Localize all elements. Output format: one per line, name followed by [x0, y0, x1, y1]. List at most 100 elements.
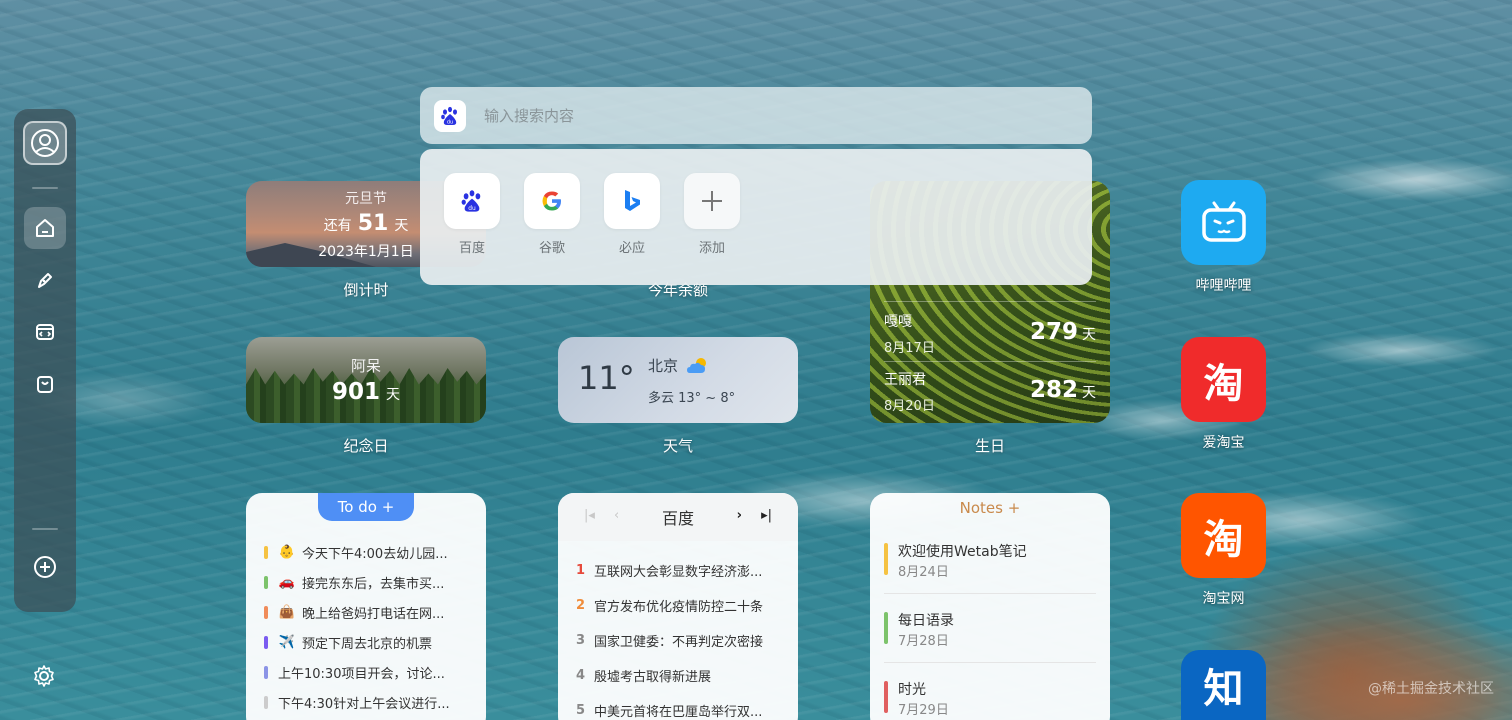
first-page-icon[interactable]: |◂ [584, 508, 595, 523]
countdown-unit: 天 [394, 218, 409, 234]
todo-emoji: 🚗 [278, 574, 296, 590]
sidebar-item-shop[interactable] [24, 363, 66, 405]
google-icon [542, 191, 561, 211]
news-rank: 5 [576, 703, 586, 718]
todo-item[interactable]: 下午4:30针对上午会议进行... [264, 687, 476, 717]
news-item[interactable]: 2 官方发布优化疫情防控二十条 [576, 588, 784, 623]
app-label: 哔哩哔哩 [1195, 278, 1252, 294]
search-input[interactable] [484, 106, 1044, 125]
todo-text: 上午10:30项目开会，讨论... [278, 666, 445, 682]
birthday-caption: 生日 [974, 437, 1005, 455]
news-item[interactable]: 4 殷墟考古取得新进展 [576, 658, 784, 693]
news-rank: 1 [576, 563, 586, 578]
code-icon [36, 324, 54, 340]
todo-color-bar [264, 605, 268, 619]
search-engine-panel: du 百度 谷歌 必应 添加 [420, 149, 1092, 285]
note-color-bar [884, 543, 888, 575]
notes-add-button[interactable]: Notes + [870, 499, 1110, 517]
cloudy-sun-icon [686, 358, 706, 373]
bag-icon [37, 376, 53, 393]
weather-temp: 11° [578, 359, 635, 397]
sidebar-item-code[interactable] [24, 311, 66, 353]
home-icon [36, 219, 54, 237]
engine-label: 添加 [698, 241, 725, 256]
todo-item[interactable]: 👶 今天下午4:00去幼儿园... [264, 537, 476, 567]
note-divider [884, 593, 1096, 594]
bilibili-tile [1181, 180, 1266, 265]
todo-widget[interactable]: To do + 👶 今天下午4:00去幼儿园... 🚗 接完东东后，去集市买... … [246, 493, 486, 720]
baidu-paw-icon: du [441, 106, 457, 125]
note-title: 欢迎使用Wetab笔记 [898, 544, 1027, 560]
engine-tile: du [444, 173, 500, 229]
birthday-divider [884, 301, 1096, 302]
news-text: 官方发布优化疫情防控二十条 [594, 600, 764, 615]
engine-tile [604, 173, 660, 229]
baidu-paw-icon: du [461, 190, 481, 212]
countdown-prefix: 还有 [323, 218, 352, 234]
weather-caption: 天气 [662, 437, 693, 455]
engine-bing[interactable]: 必应 [604, 173, 660, 285]
add-engine-button[interactable]: 添加 [684, 173, 740, 285]
news-item[interactable]: 5 中美元首将在巴厘岛举行双... [576, 693, 784, 720]
todo-color-bar [264, 695, 268, 709]
todo-color-bar [264, 575, 268, 589]
todo-text: 下午4:30针对上午会议进行... [278, 696, 450, 712]
birthday-unit: 天 [1082, 385, 1096, 401]
news-text: 国家卫健委：不再判定次密接 [594, 635, 764, 650]
todo-item[interactable]: 🚗 接完东东后，去集市买... [264, 567, 476, 597]
sidebar-divider [32, 528, 58, 530]
todo-item[interactable]: 上午10:30项目开会，讨论... [264, 657, 476, 687]
app-taobao[interactable]: 淘 淘宝网 [1181, 493, 1266, 608]
note-color-bar [884, 681, 888, 713]
birthday-item[interactable]: 嘎嘎 8月17日 279 天 [884, 311, 1096, 356]
app-bilibili[interactable]: 哔哩哔哩 [1181, 180, 1266, 295]
note-item[interactable]: 每日语录 7月28日 [884, 606, 1096, 660]
add-group-button[interactable] [24, 546, 66, 588]
engine-tile [684, 173, 740, 229]
news-source-title: 百度 [661, 509, 694, 528]
app-zhihu[interactable]: 知 [1181, 650, 1266, 720]
sidebar-item-home[interactable] [24, 207, 66, 249]
news-item[interactable]: 1 互联网大会彰显数字经济澎... [576, 553, 784, 588]
anniversary-widget[interactable]: 阿呆 901 天 [246, 337, 486, 423]
watermark: @稀土掘金技术社区 [1368, 681, 1494, 697]
note-item[interactable]: 时光 7月29日 [884, 675, 1096, 720]
taobao-logo-icon: 淘 [1203, 360, 1244, 407]
hot-news-widget[interactable]: |◂ ‹ 百度 › ▸| 1 互联网大会彰显数字经济澎... 2 官方发布优化疫情防… [558, 493, 798, 720]
todo-add-button[interactable]: To do + [318, 493, 414, 521]
todo-color-bar [264, 665, 268, 679]
weather-city: 北京 [648, 357, 679, 375]
settings-button[interactable] [28, 660, 60, 692]
todo-item[interactable]: ✈️ 预定下周去北京的机票 [264, 627, 476, 657]
todo-emoji: 👶 [278, 544, 296, 560]
avatar[interactable] [23, 121, 67, 165]
sidebar-item-design[interactable] [24, 259, 66, 301]
news-rank: 4 [576, 668, 586, 683]
search-bar[interactable]: du [420, 87, 1092, 144]
news-item[interactable]: 3 国家卫健委：不再判定次密接 [576, 623, 784, 658]
news-text: 互联网大会彰显数字经济澎... [594, 565, 763, 580]
gear-icon [34, 665, 54, 687]
engine-tile [524, 173, 580, 229]
note-color-bar [884, 612, 888, 644]
prev-page-icon[interactable]: ‹ [614, 508, 619, 523]
todo-text: 接完东东后，去集市买... [302, 576, 445, 592]
birthday-item[interactable]: 王丽君 8月20日 282 天 [884, 369, 1096, 414]
todo-text: 预定下周去北京的机票 [302, 636, 433, 652]
engine-baidu[interactable]: du 百度 [444, 173, 500, 285]
current-engine-button[interactable]: du [434, 99, 466, 132]
note-item[interactable]: 欢迎使用Wetab笔记 8月24日 [884, 537, 1096, 591]
todo-list: 👶 今天下午4:00去幼儿园... 🚗 接完东东后，去集市买... 👜 晚上给爸妈打电… [264, 537, 476, 717]
todo-color-bar [264, 635, 268, 649]
app-aitaobao[interactable]: 淘 爱淘宝 [1181, 337, 1266, 452]
engine-google[interactable]: 谷歌 [524, 173, 580, 285]
last-page-icon[interactable]: ▸| [761, 508, 772, 523]
next-page-icon[interactable]: › [737, 508, 742, 523]
note-date: 8月24日 [898, 565, 949, 580]
notes-widget[interactable]: Notes + 欢迎使用Wetab笔记 8月24日 每日语录 7月28日 时光 … [870, 493, 1110, 720]
taobao-tile: 淘 [1181, 493, 1266, 578]
todo-item[interactable]: 👜 晚上给爸妈打电话在网... [264, 597, 476, 627]
weather-widget[interactable]: 11° 北京 多云 13° ~ 8° [558, 337, 798, 423]
app-label: 爱淘宝 [1202, 435, 1245, 451]
todo-text: 今天下午4:00去幼儿园... [302, 546, 448, 562]
